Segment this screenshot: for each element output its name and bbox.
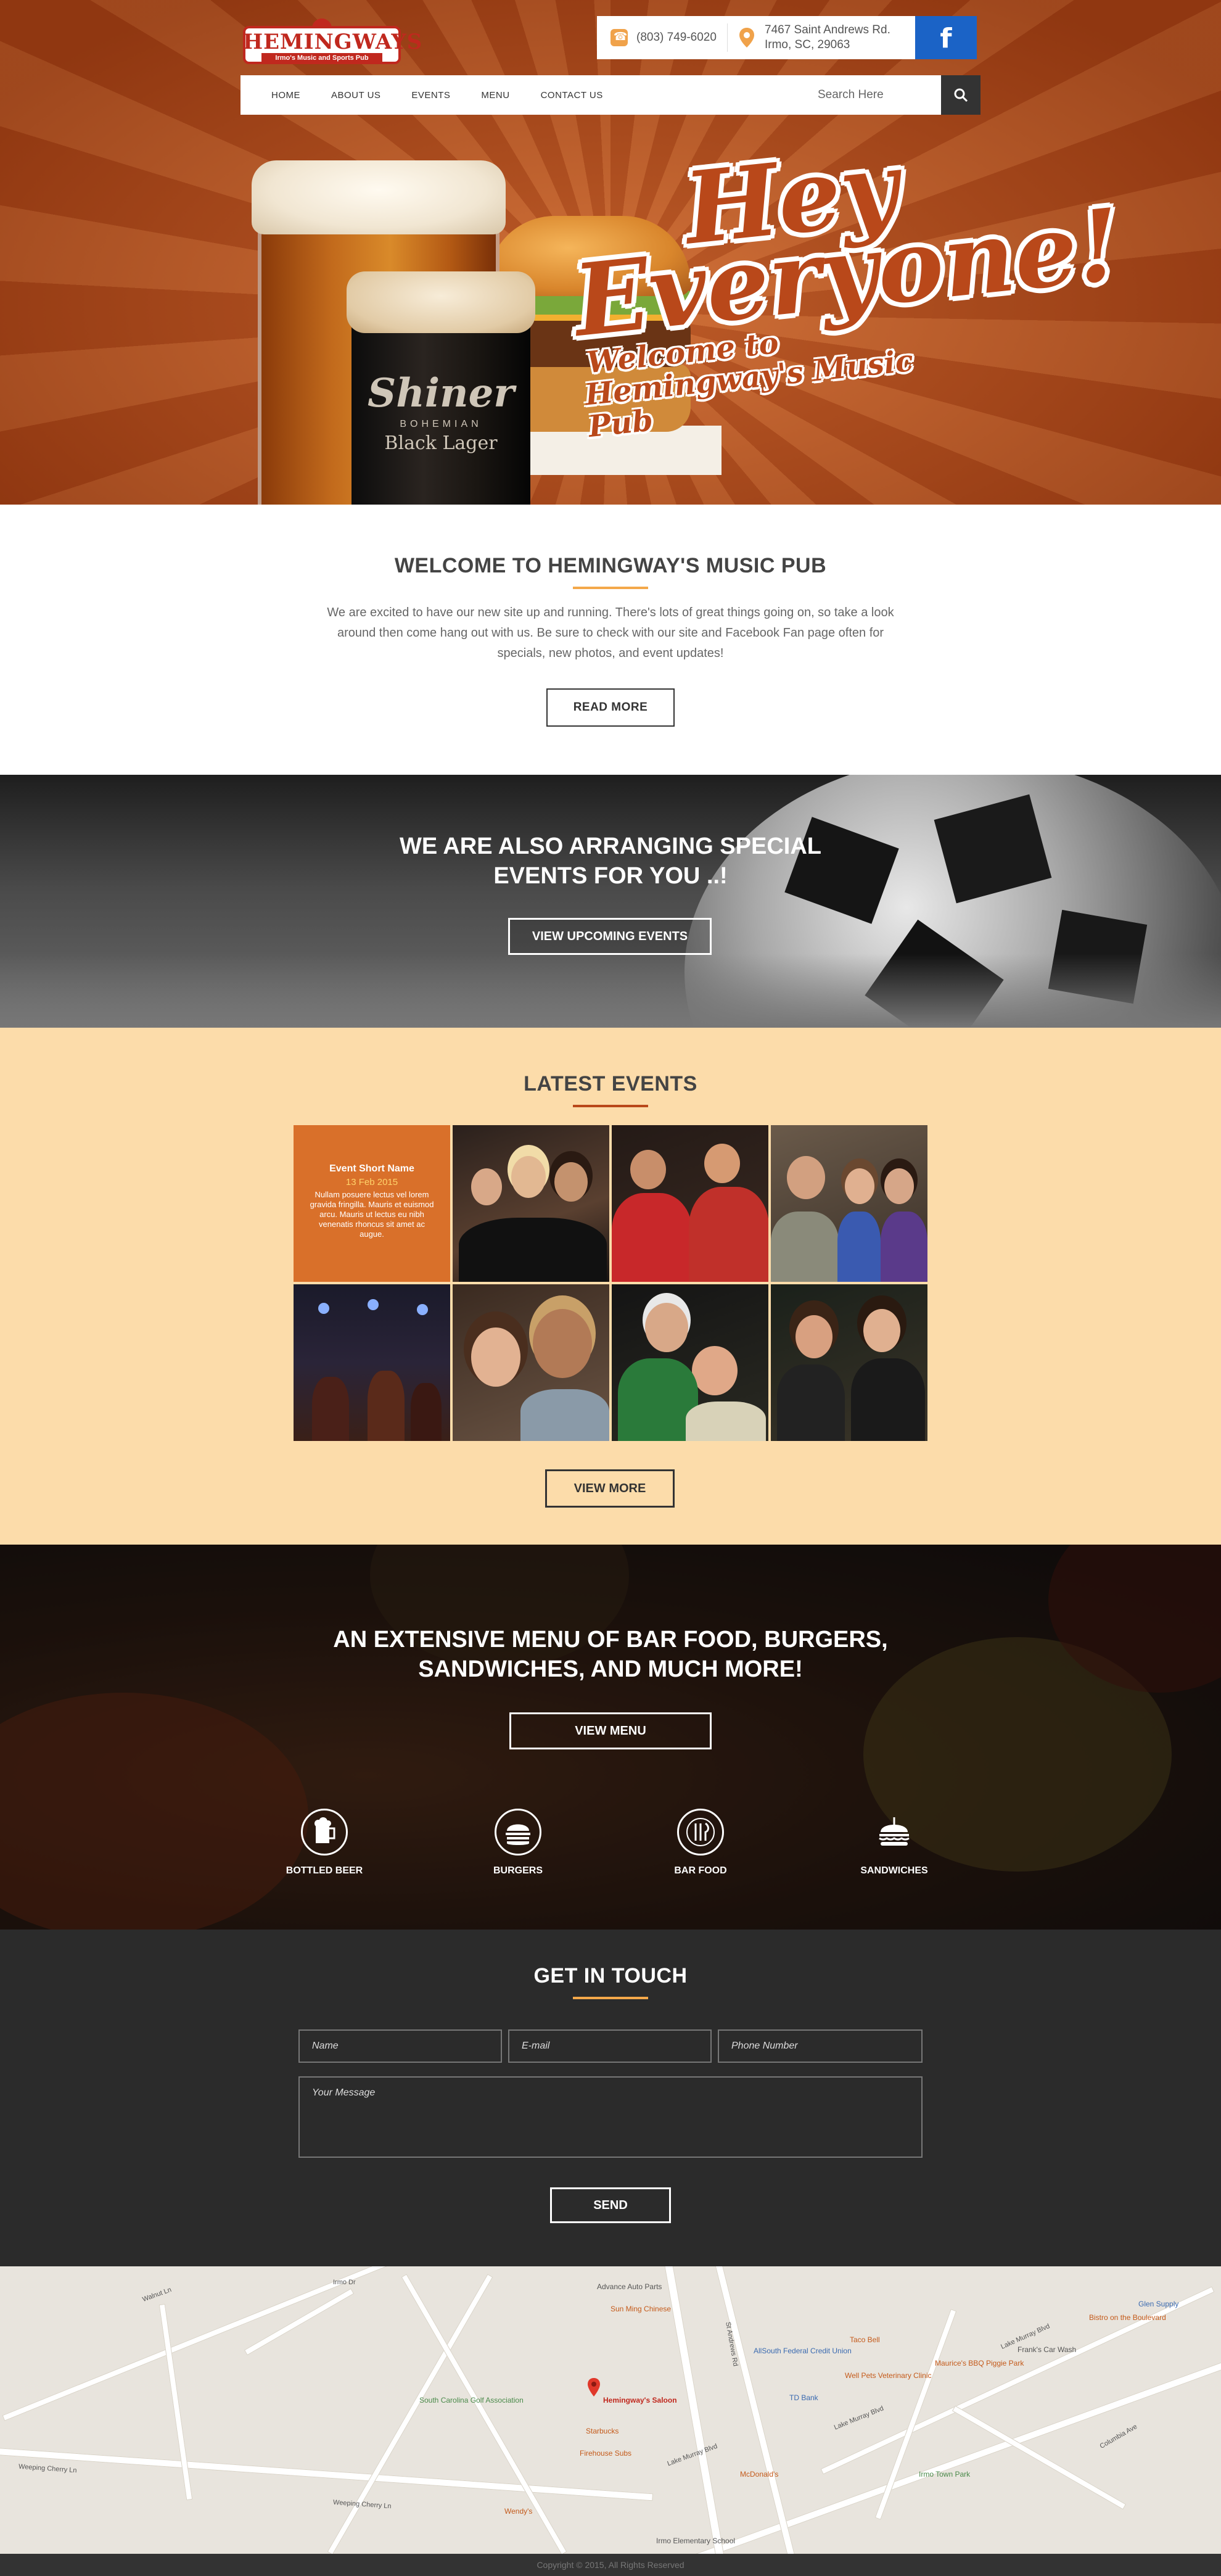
- address-line1: 7467 Saint Andrews Rd.: [765, 23, 890, 36]
- event-photo[interactable]: [612, 1284, 768, 1441]
- events-gallery: Event Short Name 13 Feb 2015 Nullam posu…: [294, 1125, 927, 1441]
- view-more-events-button[interactable]: VIEW MORE: [545, 1469, 675, 1508]
- name-field[interactable]: Name: [298, 2029, 502, 2063]
- beer-foam-image: [252, 160, 506, 234]
- facebook-button[interactable]: f: [915, 16, 977, 59]
- search-button[interactable]: [941, 75, 980, 115]
- search-input[interactable]: Search Here: [818, 75, 941, 115]
- send-button[interactable]: SEND: [550, 2187, 671, 2223]
- main-nav: HOME ABOUT US EVENTS MENU CONTACT US Sea…: [240, 75, 980, 115]
- message-field[interactable]: Your Message: [298, 2076, 923, 2158]
- welcome-section: WELCOME TO HEMINGWAY'S MUSIC PUB We are …: [0, 505, 1221, 775]
- burger-icon: [495, 1809, 541, 1856]
- special-events-banner: WE ARE ALSO ARRANGING SPECIAL EVENTS FOR…: [0, 775, 1221, 1028]
- view-upcoming-events-button[interactable]: VIEW UPCOMING EVENTS: [508, 918, 712, 955]
- email-field[interactable]: E-mail: [508, 2029, 712, 2063]
- map-pin-icon: [739, 28, 754, 47]
- hero-banner: HEMINGWAYS Irmo's Music and Sports Pub (…: [0, 0, 1221, 505]
- event-photo[interactable]: [294, 1284, 450, 1441]
- nav-home[interactable]: HOME: [271, 90, 300, 101]
- footer-copyright: Copyright © 2015, All Rights Reserved: [0, 2554, 1221, 2576]
- event-description: Nullam posuere lectus vel lorem gravida …: [310, 1190, 434, 1239]
- nav-about-us[interactable]: ABOUT US: [331, 90, 380, 101]
- dark-beer-foam-image: [347, 271, 535, 333]
- view-menu-button[interactable]: VIEW MENU: [509, 1712, 712, 1749]
- contact-title: GET IN TOUCH: [533, 1964, 688, 1988]
- location-marker[interactable]: [587, 2377, 601, 2400]
- sandwich-icon: [871, 1809, 918, 1856]
- phone-icon: [610, 29, 628, 46]
- welcome-title: WELCOME TO HEMINGWAY'S MUSIC PUB: [394, 554, 827, 577]
- title-underline: [573, 1105, 648, 1107]
- feature-burgers[interactable]: BURGERS: [450, 1809, 586, 1876]
- event-photo[interactable]: [453, 1284, 609, 1441]
- address-line2: Irmo, SC, 29063: [765, 38, 850, 51]
- feature-bar-food[interactable]: BAR FOOD: [633, 1809, 768, 1876]
- event-date: 13 Feb 2015: [345, 1177, 398, 1187]
- beer-glass-label: Shiner BOHEMIAN Black Lager: [367, 370, 515, 454]
- event-photo[interactable]: [771, 1284, 927, 1441]
- event-name: Event Short Name: [329, 1163, 414, 1174]
- welcome-text: We are excited to have our new site up a…: [327, 606, 894, 660]
- phone-number: (803) 749-6020: [636, 31, 717, 44]
- header-contact-box: (803) 749-6020 7467 Saint Andrews Rd. Ir…: [597, 16, 915, 59]
- phone-field[interactable]: Phone Number: [718, 2029, 923, 2063]
- nav-menu[interactable]: MENU: [481, 90, 509, 101]
- logo-name: HEMINGWAYS: [243, 30, 423, 54]
- location-map[interactable]: Lake Murray Blvd Lake Murray Blvd Lake M…: [0, 2266, 1221, 2554]
- contact-section: GET IN TOUCH Name E-mail Phone Number Yo…: [0, 1930, 1221, 2266]
- marker-label: Hemingway's Saloon: [603, 2396, 677, 2405]
- hero-headline: Hey Everyone! Welcome to Hemingway's Mus…: [568, 129, 1126, 445]
- event-photo[interactable]: [771, 1125, 927, 1282]
- feature-bottled-beer[interactable]: BOTTLED BEER: [257, 1809, 392, 1876]
- nav-contact-us[interactable]: CONTACT US: [541, 90, 603, 101]
- header-address: 7467 Saint Andrews Rd. Irmo, SC, 29063: [728, 23, 915, 52]
- event-photo[interactable]: [453, 1125, 609, 1282]
- event-photo[interactable]: [612, 1125, 768, 1282]
- beer-mug-icon: [301, 1809, 348, 1856]
- header-phone[interactable]: (803) 749-6020: [597, 23, 728, 52]
- logo-tagline: Irmo's Music and Sports Pub: [261, 53, 382, 63]
- special-events-heading: WE ARE ALSO ARRANGING SPECIAL EVENTS FOR…: [399, 833, 822, 889]
- read-more-button[interactable]: READ MORE: [546, 688, 675, 727]
- menu-heading: AN EXTENSIVE MENU OF BAR FOOD, BURGERS, …: [333, 1627, 888, 1682]
- menu-banner: AN EXTENSIVE MENU OF BAR FOOD, BURGERS, …: [0, 1545, 1221, 1930]
- search-icon: [954, 88, 968, 102]
- featured-event-tile[interactable]: Event Short Name 13 Feb 2015 Nullam posu…: [294, 1125, 450, 1282]
- cutlery-icon: [677, 1809, 724, 1856]
- map-marker-icon: [588, 2378, 600, 2396]
- latest-events-section: LATEST EVENTS Event Short Name 13 Feb 20…: [0, 1028, 1221, 1545]
- feature-sandwiches[interactable]: SANDWICHES: [826, 1809, 962, 1876]
- title-underline: [573, 587, 648, 589]
- title-underline: [573, 1997, 648, 1999]
- latest-events-title: LATEST EVENTS: [524, 1072, 697, 1096]
- nav-events[interactable]: EVENTS: [411, 90, 450, 101]
- site-logo[interactable]: HEMINGWAYS Irmo's Music and Sports Pub: [243, 19, 423, 67]
